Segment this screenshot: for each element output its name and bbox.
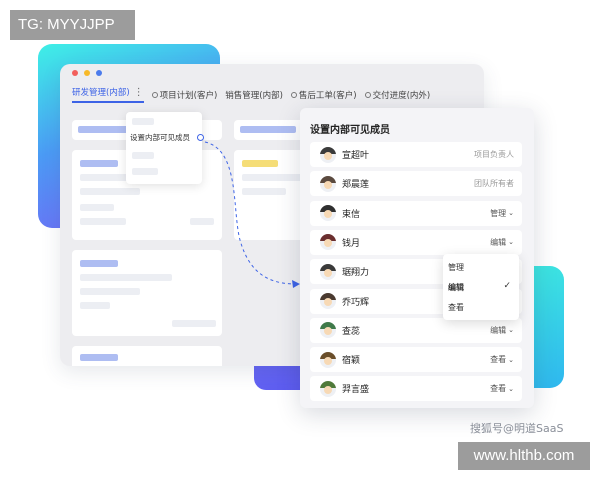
avatar [320,351,336,368]
member-name: 宿颖 [342,356,361,367]
avatar [320,205,336,222]
member-name: 束信 [342,209,361,220]
chevron-down-icon: ⌄ [508,384,514,393]
role-text: 编辑 [490,237,507,247]
avatar-face [324,385,332,394]
avatar-face [324,180,332,189]
role-text: 管理 [490,208,507,218]
role-text: 团队所有者 [474,179,514,189]
role-option-view[interactable]: 查看 [448,302,464,313]
avatar-face [324,356,332,365]
member-row[interactable]: 查蕊 编辑 ⌄ [310,317,522,343]
member-name: 宣超叶 [342,151,370,161]
member-name: 羿言盛 [342,385,370,396]
member-name: 钱月 [342,238,361,249]
role-select[interactable]: 管理 ⌄ [490,208,514,219]
role-label: 团队所有者 [474,178,514,189]
member-row[interactable]: 郑晨莲 团队所有者 [310,171,522,197]
avatar-face [324,151,332,160]
member-row[interactable]: 束信 管理 ⌄ [310,200,522,226]
member-row[interactable]: 宿颖 查看 ⌄ [310,347,522,373]
avatar-face [324,268,332,277]
member-row[interactable]: 宣超叶 项目负责人 [310,142,522,167]
member-name: 琚翔力 [342,268,370,279]
role-option-edit[interactable]: 编辑 [448,282,464,293]
role-select[interactable]: 查看 ⌄ [490,383,514,394]
avatar [320,380,336,397]
avatar-face [324,298,332,306]
member-name: 郑晨莲 [342,180,370,191]
chevron-down-icon: ⌄ [508,355,514,364]
watermark-bottom: www.hlthb.com [458,442,590,470]
avatar [320,234,336,251]
avatar-face [324,239,332,248]
role-select[interactable]: 查看 ⌄ [490,354,514,365]
avatar [320,293,336,309]
role-dropdown: 管理 编辑 ✓ 查看 [443,254,519,320]
role-text: 查看 [490,384,507,394]
avatar [320,263,336,280]
check-icon: ✓ [503,281,511,291]
role-label: 项目负责人 [474,149,514,160]
chevron-down-icon: ⌄ [508,209,514,218]
avatar-face [324,210,332,219]
role-text: 编辑 [490,325,507,335]
avatar [320,146,336,163]
chevron-down-icon: ⌄ [508,238,514,247]
avatar [320,175,336,192]
chevron-down-icon: ⌄ [508,326,514,335]
member-name: 乔巧辉 [342,297,370,308]
panel-title: 设置内部可见成员 [310,125,390,136]
role-option-manage[interactable]: 管理 [448,262,464,273]
member-name: 查蕊 [342,326,361,337]
role-select[interactable]: 编辑 ⌄ [490,237,514,248]
watermark-top: TG: MYYJJPP [10,10,135,40]
role-text: 项目负责人 [474,150,514,159]
avatar-face [324,327,332,336]
member-row[interactable]: 钱月 编辑 ⌄ [310,229,522,255]
role-text: 查看 [490,355,507,365]
credit-text: 搜狐号@明道SaaS [470,422,564,435]
member-row[interactable]: 羿言盛 查看 ⌄ [310,376,522,402]
role-select[interactable]: 编辑 ⌄ [490,325,514,336]
avatar [320,322,336,339]
